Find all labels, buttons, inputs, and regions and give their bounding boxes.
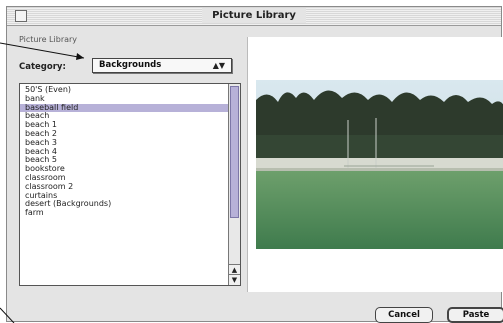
list-item[interactable]: bookstore — [20, 165, 228, 174]
category-popup[interactable]: Backgrounds ▲▼ — [92, 58, 232, 73]
scroll-down-arrow-icon[interactable]: ▼ — [229, 274, 240, 285]
cancel-button[interactable]: Cancel — [375, 307, 433, 323]
list-item[interactable]: classroom — [20, 174, 228, 183]
list-item[interactable]: classroom 2 — [20, 183, 228, 192]
list-item[interactable]: beach 4 — [20, 148, 228, 157]
close-box-icon[interactable] — [15, 10, 27, 22]
list-item[interactable]: beach 5 — [20, 156, 228, 165]
baseball-field-preview-image — [256, 80, 503, 249]
list-item[interactable]: curtains — [20, 192, 228, 201]
picture-list-items: 50'S (Even) bank baseball field beach beach … — [20, 86, 228, 218]
title-bar[interactable]: Picture Library — [7, 7, 501, 26]
list-item[interactable]: bank — [20, 95, 228, 104]
popup-arrows-icon: ▲▼ — [212, 61, 225, 70]
list-item[interactable]: 50'S (Even) — [20, 86, 228, 95]
list-item[interactable]: desert (Backgrounds) — [20, 200, 228, 209]
picture-library-group-label: Picture Library — [19, 35, 78, 44]
category-value: Backgrounds — [99, 60, 162, 70]
preview-panel — [247, 37, 503, 292]
list-item[interactable]: beach 1 — [20, 121, 228, 130]
scroll-thumb[interactable] — [230, 86, 239, 218]
list-item[interactable]: baseball field — [20, 103, 228, 113]
picture-library-window: Picture Library Picture Library Category… — [6, 6, 503, 323]
category-label: Category: — [19, 62, 66, 72]
window-title: Picture Library — [202, 8, 306, 23]
list-item[interactable]: beach 2 — [20, 130, 228, 139]
list-item[interactable]: beach — [20, 112, 228, 121]
paste-button[interactable]: Paste — [447, 307, 503, 323]
picture-list[interactable]: 50'S (Even) bank baseball field beach beach … — [19, 83, 241, 286]
list-item[interactable]: farm — [20, 209, 228, 218]
list-scrollbar[interactable]: ▲ ▼ — [228, 84, 240, 285]
list-item[interactable]: beach 3 — [20, 139, 228, 148]
